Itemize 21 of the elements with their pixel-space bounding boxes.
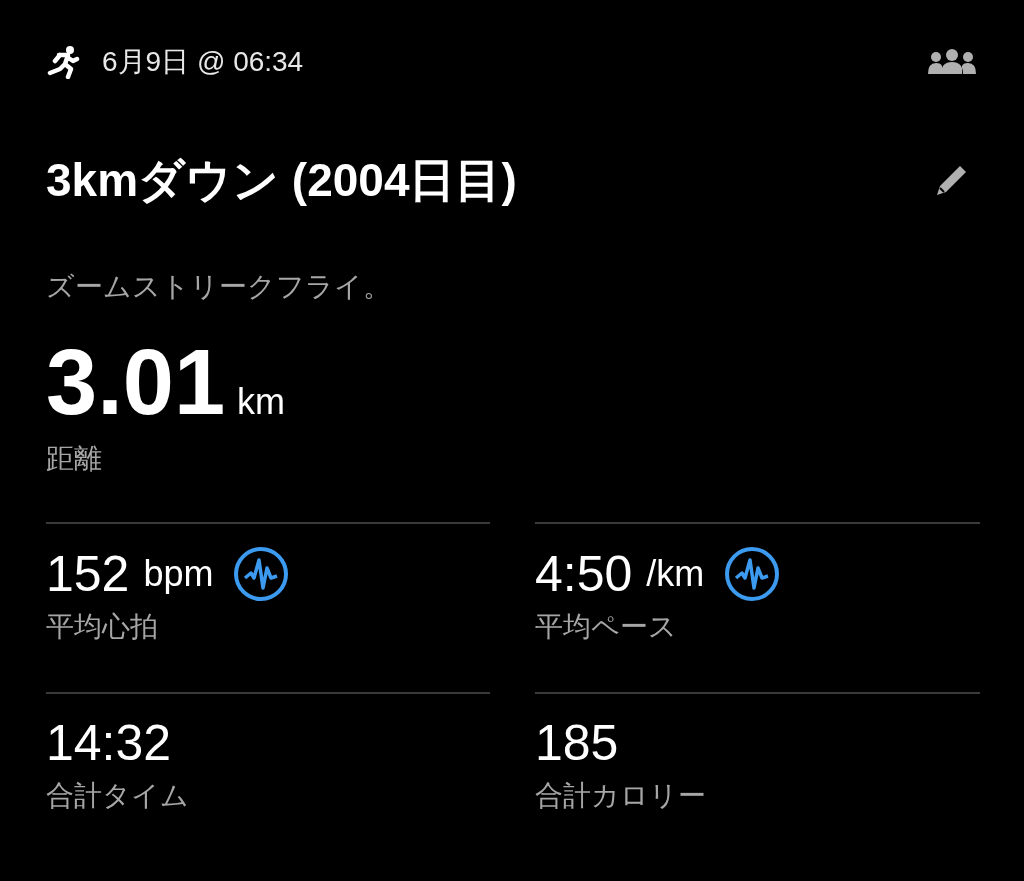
distance-label: 距離 xyxy=(46,442,103,476)
stat-unit: /km xyxy=(646,553,705,595)
activity-date: 6月9日 @ 06:34 xyxy=(102,45,305,79)
stat-value: 14:32 xyxy=(46,716,172,771)
stat-value: 185 xyxy=(535,716,619,771)
stat-label: 平均ペース xyxy=(535,610,678,644)
stat-label: 合計タイム xyxy=(46,779,190,813)
activity-title: 3kmダウン (2004日目) xyxy=(46,153,518,208)
stat-label: 合計カロリー xyxy=(535,779,707,813)
heart-rate-icon[interactable] xyxy=(724,546,781,602)
group-icon[interactable] xyxy=(926,49,978,75)
stat-value: 4:50 xyxy=(535,546,633,602)
activity-description: ズームストリークフライ。 xyxy=(46,270,392,304)
stat-value: 152 xyxy=(46,546,130,602)
distance-value: 3.01 xyxy=(46,336,226,428)
stat-label: 平均心拍 xyxy=(46,610,159,644)
heart-rate-icon[interactable] xyxy=(233,546,290,602)
runner-icon xyxy=(46,45,80,79)
edit-icon[interactable] xyxy=(934,164,968,198)
stat-unit: bpm xyxy=(143,553,214,595)
distance-unit: km xyxy=(237,381,286,423)
